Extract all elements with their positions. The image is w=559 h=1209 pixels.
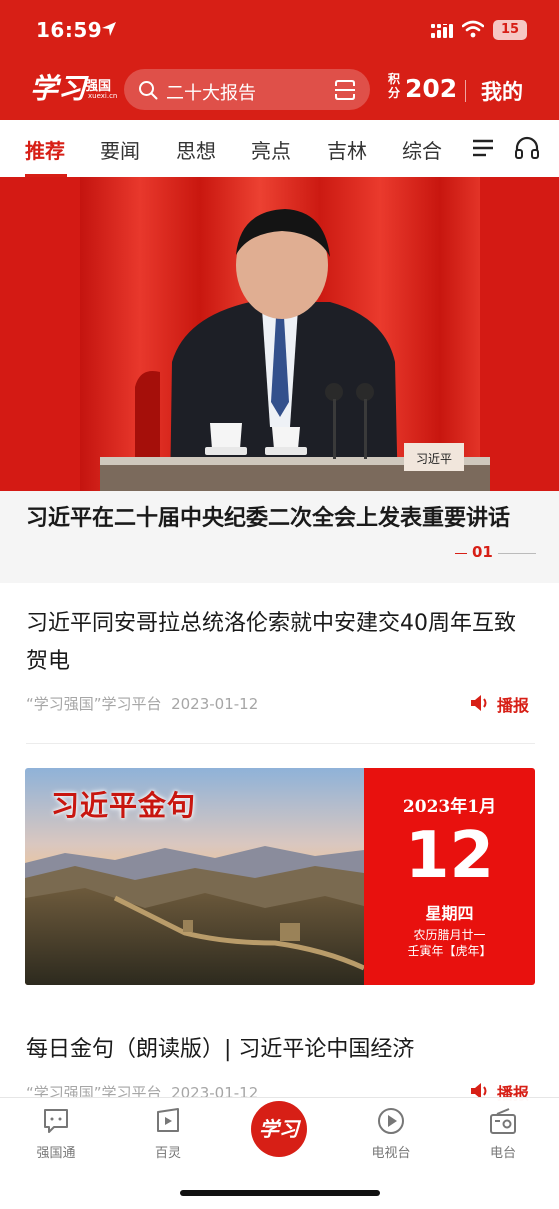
scan-icon[interactable] [334, 79, 356, 101]
cellular-signal-icon [431, 24, 453, 38]
date-day: 12 [404, 819, 495, 893]
menu-icon[interactable] [472, 137, 494, 159]
radio-icon [490, 1108, 516, 1134]
hero-title: 习近平在二十届中央纪委二次全会上发表重要讲话 [26, 505, 511, 531]
nameplate-text: 习近平 [416, 452, 452, 466]
home-indicator [180, 1190, 380, 1196]
nav-bailing[interactable]: 百灵 [128, 1106, 208, 1166]
headphone-icon[interactable] [514, 136, 540, 160]
wifi-icon [462, 20, 484, 38]
battery-indicator: 15 [493, 20, 527, 40]
nav-xuexi-home[interactable]: 学习 [251, 1101, 307, 1157]
quote-title: 习近平金句 [51, 789, 197, 822]
tab-jilin[interactable]: 吉林 [327, 135, 367, 164]
points-value: 202 [405, 74, 458, 103]
tab-news[interactable]: 要闻 [100, 135, 140, 164]
date-weekday: 星期四 [425, 904, 474, 923]
nav-radio[interactable]: 电台 [463, 1106, 543, 1166]
broadcast-button[interactable]: 播报 [470, 692, 540, 715]
hero-banner[interactable]: 习近平 [0, 177, 559, 491]
mine-button[interactable]: 我的 [481, 76, 523, 106]
nav-tv[interactable]: 电视台 [351, 1106, 431, 1166]
hero-caption[interactable]: 习近平在二十届中央纪委二次全会上发表重要讲话 01 [0, 491, 559, 583]
tab-thought[interactable]: 思想 [176, 135, 216, 164]
tab-general[interactable]: 综合 [402, 135, 442, 164]
app-header: 16:59 15 学习 强国 xuexi.cn 二十大报告 积分 202 我的 [0, 0, 559, 120]
nav-qiangguotong[interactable]: 强国通 [16, 1106, 96, 1166]
daily-quote-banner[interactable]: 习近平金句 2023年1月 12 星期四 农历腊月廿一 壬寅年【虎年】 [25, 768, 535, 985]
article-title[interactable]: 习近平同安哥拉总统洛伦索就中安建交40周年互致贺电 [26, 605, 536, 681]
search-icon [139, 81, 158, 100]
search-placeholder: 二十大报告 [166, 83, 256, 104]
chat-bubble-icon [44, 1109, 68, 1133]
tab-recommend[interactable]: 推荐 [25, 135, 65, 164]
tab-highlights[interactable]: 亮点 [251, 135, 291, 164]
date-ganzhi: 壬寅年【虎年】 [407, 944, 492, 958]
location-arrow-icon [102, 22, 116, 36]
channel-tabs: 推荐 要闻 思想 亮点 吉林 综合 [0, 120, 559, 177]
speaker-icon [471, 695, 487, 711]
hero-photo: 习近平 [0, 177, 559, 491]
divider [26, 743, 535, 744]
app-logo[interactable]: 学习 强国 xuexi.cn [30, 67, 117, 107]
points-label: 积分 [388, 72, 401, 100]
status-bar: 16:59 15 [0, 0, 559, 60]
status-time: 16:59 [36, 18, 103, 42]
play-circle-icon [378, 1108, 404, 1134]
carousel-indicator: 01 [455, 542, 537, 564]
article-source: “学习强国”学习平台 2023-01-12 [26, 695, 259, 713]
play-card-icon [157, 1108, 179, 1132]
date-panel: 2023年1月 12 星期四 农历腊月廿一 壬寅年【虎年】 [364, 768, 535, 985]
header-divider [465, 80, 466, 102]
date-year-month: 2023年1月 [402, 797, 497, 817]
article-title[interactable]: 每日金句（朗读版）| 习近平论中国经济 [26, 1031, 536, 1069]
date-lunar: 农历腊月廿一 [413, 928, 486, 942]
search-bar[interactable]: 二十大报告 [124, 69, 370, 110]
